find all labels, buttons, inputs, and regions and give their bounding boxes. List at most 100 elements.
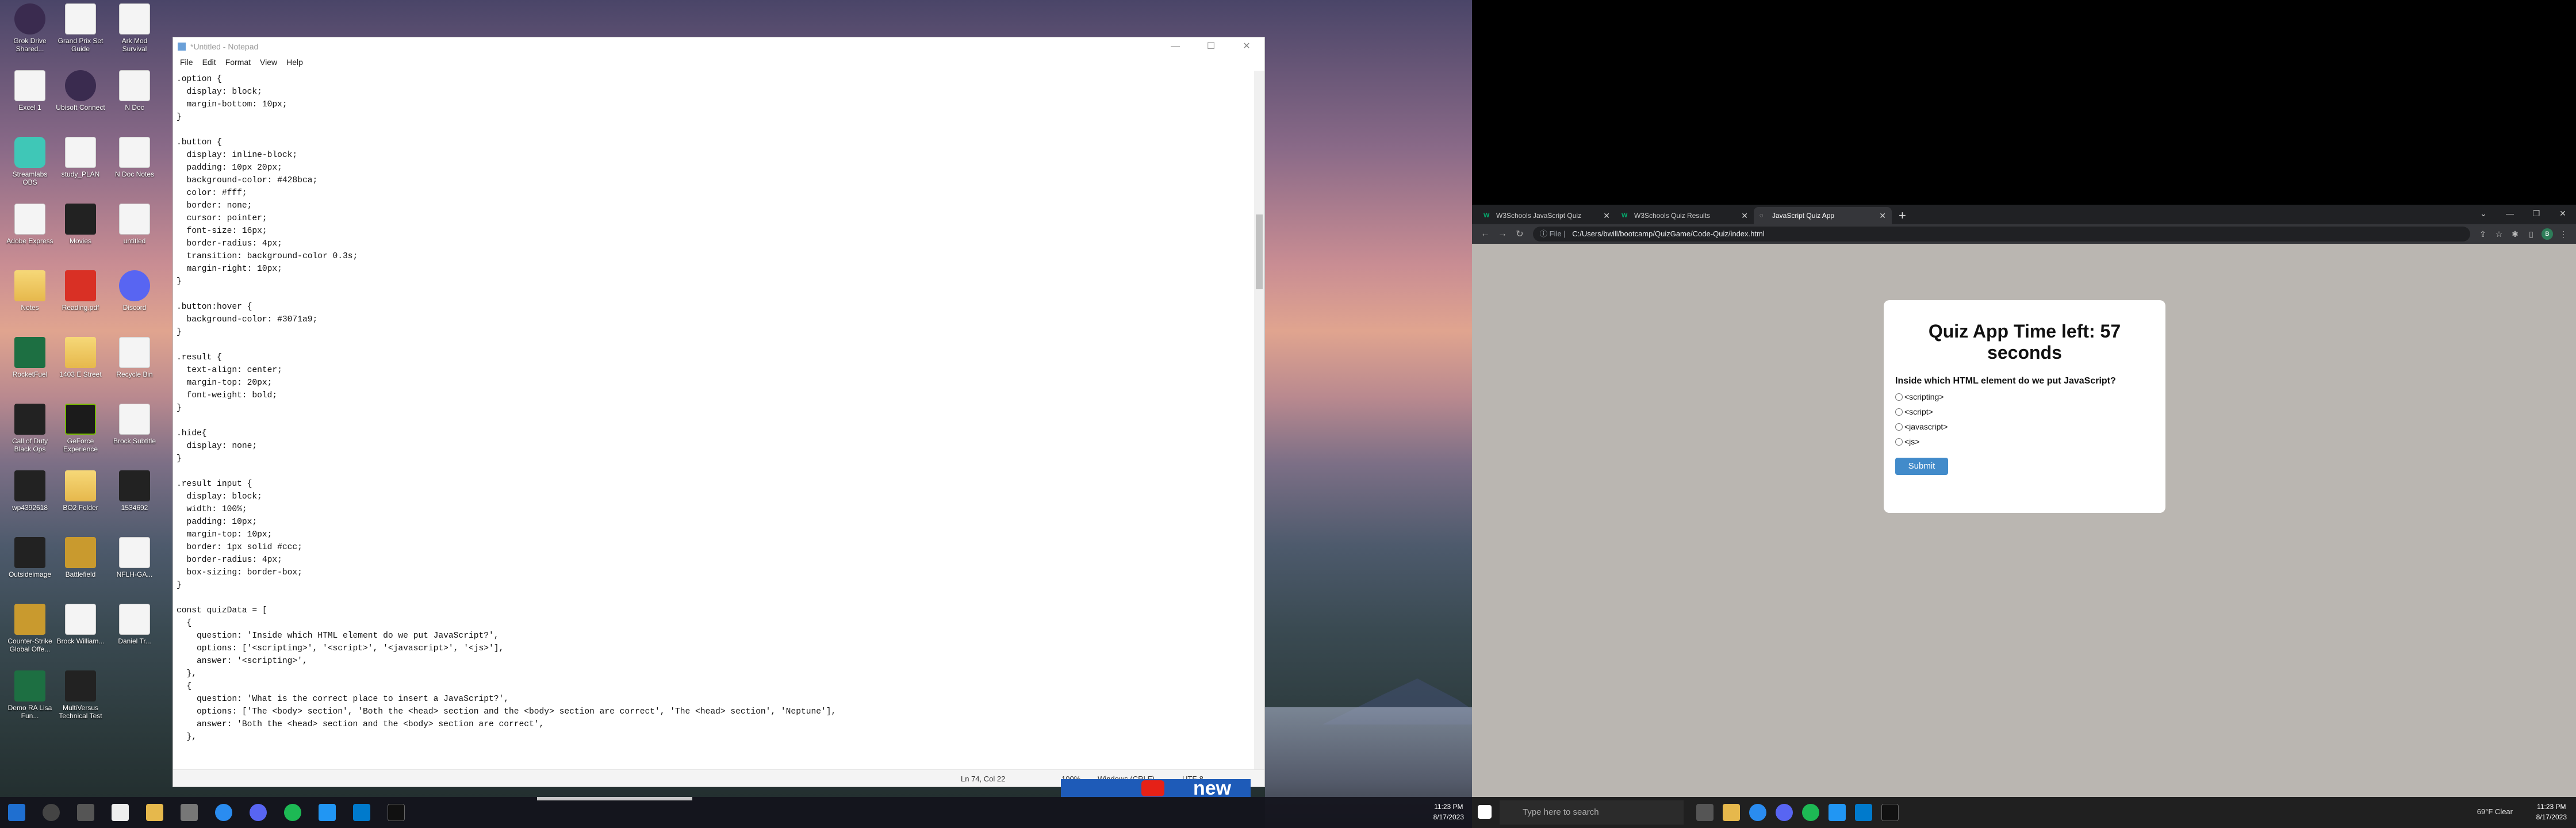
extensions-icon[interactable]: ✱ [2507, 229, 2523, 239]
desktop-icon[interactable]: 1403 E Street [55, 337, 106, 400]
option-label[interactable]: <script> [1904, 407, 1933, 416]
scrollbar-thumb[interactable] [1256, 214, 1263, 289]
vscode-icon[interactable] [353, 804, 370, 821]
option-label[interactable]: <javascript> [1904, 422, 1948, 431]
maximize-button[interactable]: ❐ [2523, 205, 2550, 222]
option-label[interactable]: <scripting> [1904, 392, 1943, 401]
desktop-icon[interactable]: Brock Subtitle [109, 404, 160, 467]
close-tab-icon[interactable]: ✕ [1879, 211, 1886, 221]
option-row[interactable]: <javascript> [1895, 422, 2154, 431]
desktop-icon[interactable]: Adobe Express [5, 204, 55, 267]
vscode-icon[interactable] [1855, 804, 1872, 821]
minimize-button[interactable]: — [1157, 37, 1193, 56]
desktop-icon[interactable]: study_PLAN [55, 137, 106, 200]
desktop-icon[interactable]: 1534692 [109, 470, 160, 534]
desktop-icon[interactable]: untitled [109, 204, 160, 267]
menu-kebab-icon[interactable]: ⋮ [2555, 229, 2571, 239]
close-tab-icon[interactable]: ✕ [1741, 211, 1748, 221]
discord-icon[interactable] [250, 804, 267, 821]
forward-icon[interactable]: → [1494, 229, 1511, 239]
desktop-icon[interactable]: Reading.pdf [55, 270, 106, 334]
menu-help[interactable]: Help [282, 57, 308, 67]
desktop-icon[interactable]: Excel 1 [5, 70, 55, 133]
chrome-icon[interactable] [215, 804, 232, 821]
option-row[interactable]: <js> [1895, 437, 2154, 446]
terminal-icon[interactable] [1881, 804, 1899, 821]
desktop-icon[interactable]: Grok Drive Shared... [5, 3, 55, 67]
desktop-icon[interactable]: MultiVersus Technical Test [55, 670, 106, 734]
share-icon[interactable]: ⇪ [2475, 229, 2491, 239]
clock-left[interactable]: 11:23 PM 8/17/2023 [1433, 802, 1464, 822]
spotify-icon[interactable] [1802, 804, 1819, 821]
option-radio[interactable] [1895, 408, 1903, 416]
notepad-scrollbar[interactable] [1254, 71, 1264, 769]
address-bar[interactable]: ⓘ File | C:/Users/bwill/bootcamp/QuizGam… [1533, 227, 2470, 241]
minimize-button[interactable]: — [2497, 205, 2523, 222]
tab-w3schools-quiz[interactable]: W W3Schools JavaScript Quiz ✕ [1478, 207, 1616, 224]
clock-right[interactable]: 11:23 PM 8/17/2023 [2536, 802, 2567, 822]
submit-button[interactable]: Submit [1895, 458, 1948, 475]
menu-file[interactable]: File [175, 57, 198, 67]
option-label[interactable]: <js> [1904, 437, 1919, 446]
option-radio[interactable] [1895, 438, 1903, 446]
sidepanel-icon[interactable]: ▯ [2523, 229, 2539, 239]
new-tab-icon[interactable]: + [1892, 207, 1913, 224]
zoom-icon[interactable] [1828, 804, 1846, 821]
desktop-icon[interactable]: NFLH-GA... [109, 537, 160, 600]
desktop-icon[interactable]: BO2 Folder [55, 470, 106, 534]
desktop-icon[interactable]: Ubisoft Connect [55, 70, 106, 133]
zoom-icon[interactable] [319, 804, 336, 821]
desktop-icon[interactable]: Discord [109, 270, 160, 334]
site-info-icon[interactable]: ⓘ File | [1540, 229, 1566, 238]
notepad-content[interactable]: .option { display: block; margin-bottom:… [177, 73, 1254, 743]
tab-w3schools-results[interactable]: W W3Schools Quiz Results ✕ [1616, 207, 1754, 224]
spotify-icon[interactable] [284, 804, 301, 821]
task-view-icon[interactable] [77, 804, 94, 821]
desktop-icon[interactable]: RocketFuel [5, 337, 55, 400]
file-explorer-icon[interactable] [146, 804, 163, 821]
start-icon[interactable] [8, 804, 25, 821]
maximize-button[interactable]: ☐ [1193, 37, 1229, 56]
desktop-icon[interactable]: N Doc Notes [109, 137, 160, 200]
weather-widget[interactable]: 69°F Clear [2477, 807, 2513, 816]
profile-avatar[interactable]: B [2542, 228, 2553, 240]
desktop-icon[interactable]: Movies [55, 204, 106, 267]
close-button[interactable]: ✕ [2550, 205, 2576, 222]
menu-edit[interactable]: Edit [198, 57, 221, 67]
task-view-icon[interactable] [1696, 804, 1713, 821]
desktop-icon[interactable]: wp4392618 [5, 470, 55, 534]
desktop-icon[interactable]: Grand Prix Set Guide [55, 3, 106, 67]
desktop-icon[interactable]: N Doc [109, 70, 160, 133]
taskbar-search-input[interactable]: Type here to search [1500, 800, 1684, 825]
option-radio[interactable] [1895, 423, 1903, 431]
desktop-icon[interactable]: Brock William... [55, 604, 106, 667]
menu-view[interactable]: View [255, 57, 282, 67]
desktop-icon[interactable]: Demo RA Lisa Fun... [5, 670, 55, 734]
desktop-icon[interactable]: Call of Duty Black Ops [5, 404, 55, 467]
option-radio[interactable] [1895, 393, 1903, 401]
bookmark-star-icon[interactable]: ☆ [2491, 229, 2507, 239]
desktop-icon[interactable]: Ark Mod Survival [109, 3, 160, 67]
search-icon[interactable] [43, 804, 60, 821]
option-row[interactable]: <scripting> [1895, 392, 2154, 401]
desktop-icon[interactable]: Notes [5, 270, 55, 334]
reload-icon[interactable]: ↻ [1511, 228, 1528, 240]
store-icon[interactable] [112, 804, 129, 821]
desktop-icon[interactable]: GeForce Experience [55, 404, 106, 467]
tab-quiz-app[interactable]: ◌ JavaScript Quiz App ✕ [1754, 207, 1892, 224]
close-button[interactable]: ✕ [1229, 37, 1264, 56]
desktop-icon[interactable]: Streamlabs OBS [5, 137, 55, 200]
discord-icon[interactable] [1776, 804, 1793, 821]
notepad-titlebar[interactable]: *Untitled - Notepad — ☐ ✕ [173, 37, 1264, 56]
desktop-icon[interactable]: Counter-Strike Global Offe... [5, 604, 55, 667]
terminal-icon[interactable] [388, 804, 405, 821]
desktop-icon[interactable]: Recycle Bin [109, 337, 160, 400]
desktop-icon[interactable]: Battlefield [55, 537, 106, 600]
start-icon[interactable] [1478, 805, 1492, 819]
chrome-icon[interactable] [1749, 804, 1766, 821]
file-explorer-icon[interactable] [1723, 804, 1740, 821]
desktop-icon[interactable]: Outsideimage [5, 537, 55, 600]
tab-search-icon[interactable]: ⌄ [2470, 205, 2497, 222]
menu-format[interactable]: Format [221, 57, 255, 67]
notepad-text-area[interactable]: .option { display: block; margin-bottom:… [173, 71, 1254, 769]
